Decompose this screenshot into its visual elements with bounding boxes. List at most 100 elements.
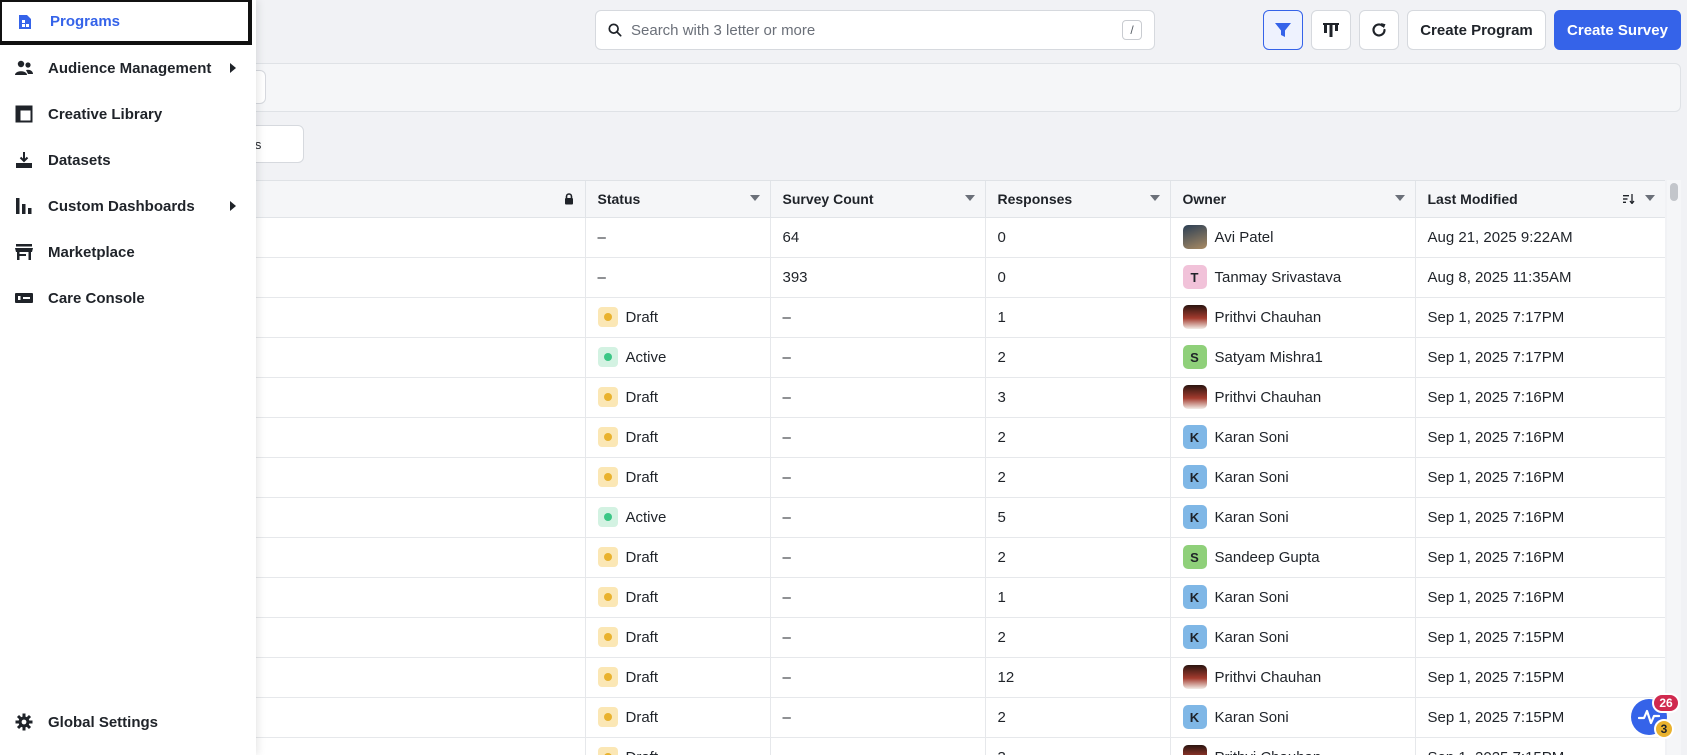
table-row[interactable]: Draft –2 K Karan Soni Sep 1, 2025 7:16PM <box>238 417 1665 458</box>
refresh-button[interactable] <box>1359 10 1399 50</box>
table-header-row: Status Survey Count Responses Owner Last… <box>238 181 1665 218</box>
filter-button[interactable] <box>1263 10 1303 50</box>
column-header-last-modified[interactable]: Last Modified <box>1415 181 1665 218</box>
owner-cell: K Karan Soni <box>1170 577 1416 618</box>
table-row[interactable]: Draft –12 Prithvi Chauhan Sep 1, 2025 7:15P… <box>238 657 1665 698</box>
chevron-down-icon[interactable] <box>1394 195 1405 201</box>
name-cell[interactable] <box>238 257 586 298</box>
table-row[interactable]: Draft –2 K Karan Soni Sep 1, 2025 7:16PM <box>238 457 1665 498</box>
last-modified-cell: Sep 1, 2025 7:16PM <box>1415 457 1665 498</box>
name-cell[interactable] <box>238 617 586 658</box>
name-cell[interactable] <box>238 577 586 618</box>
survey-count-cell: – <box>770 537 986 578</box>
survey-count-cell: – <box>770 497 986 538</box>
column-header-owner[interactable]: Owner <box>1170 181 1416 218</box>
survey-count-cell: – <box>770 337 986 378</box>
responses-cell: 5 <box>985 497 1171 538</box>
owner-name: Prithvi Chauhan <box>1214 308 1322 326</box>
create-program-button[interactable]: Create Program <box>1407 10 1546 50</box>
status-text: Active <box>625 348 667 366</box>
status-dot-icon <box>597 307 618 327</box>
sidebar-item-programs[interactable]: Programs <box>0 0 252 45</box>
last-modified-cell: Sep 1, 2025 7:15PM <box>1415 657 1665 698</box>
sidebar-item-datasets[interactable]: Datasets <box>0 138 256 182</box>
responses-cell: 2 <box>985 697 1171 738</box>
table-row[interactable]: Active –2 S Satyam Mishra1 Sep 1, 2025 7:17P… <box>238 337 1665 378</box>
status-text: Draft <box>625 428 659 446</box>
status-cell: Draft <box>585 457 771 498</box>
status-text: Draft <box>625 548 659 566</box>
columns-button[interactable] <box>1311 10 1351 50</box>
name-cell[interactable] <box>238 377 586 418</box>
status-dot-icon <box>597 507 618 527</box>
survey-count-cell: – <box>770 737 986 755</box>
owner-cell: T Tanmay Srivastava <box>1170 257 1416 298</box>
table-row[interactable]: Draft –2 K Karan Soni Sep 1, 2025 7:15PM <box>238 617 1665 658</box>
sidebar-item-audience-management[interactable]: Audience Management <box>0 46 256 90</box>
owner-cell: K Karan Soni <box>1170 697 1416 738</box>
survey-count-cell: – <box>770 377 986 418</box>
name-cell[interactable] <box>238 457 586 498</box>
status-text: Draft <box>625 628 659 646</box>
table-row[interactable]: Draft –1 K Karan Soni Sep 1, 2025 7:16PM <box>238 577 1665 618</box>
status-text: Draft <box>625 308 659 326</box>
gear-icon <box>14 712 34 732</box>
alert-count-badge: 3 <box>1654 719 1674 739</box>
table-row[interactable]: Active –5 K Karan Soni Sep 1, 2025 7:16PM <box>238 497 1665 538</box>
column-header-survey-count[interactable]: Survey Count <box>770 181 986 218</box>
status-cell: Draft <box>585 297 771 338</box>
status-text: – <box>597 228 606 246</box>
last-modified-cell: Aug 8, 2025 11:35AM <box>1415 257 1665 298</box>
column-header-name[interactable] <box>238 181 586 218</box>
survey-count-cell: 64 <box>770 217 986 258</box>
table-row[interactable]: – 393 0 T Tanmay Srivastava Aug 8, 2025 11:35… <box>238 257 1665 298</box>
status-text: Draft <box>625 388 659 406</box>
table-row[interactable]: Draft –2 K Karan Soni Sep 1, 2025 7:15PM <box>238 697 1665 738</box>
name-cell[interactable] <box>238 297 586 338</box>
search-input[interactable] <box>631 21 1122 39</box>
table-row[interactable]: Draft –1 Prithvi Chauhan Sep 1, 2025 7:17PM <box>238 297 1665 338</box>
status-dot-icon <box>597 587 618 607</box>
search-bar[interactable]: / <box>595 10 1155 50</box>
status-dot-icon <box>597 667 618 687</box>
chevron-down-icon[interactable] <box>1644 195 1655 201</box>
sidebar-item-care-console[interactable]: Care Console <box>0 276 256 320</box>
column-header-responses[interactable]: Responses <box>985 181 1171 218</box>
table-row[interactable]: – 64 0 Avi Patel Aug 21, 2025 9:22AM <box>238 217 1665 258</box>
sidebar-item-custom-dashboards[interactable]: Custom Dashboards <box>0 184 256 228</box>
table-scrollbar[interactable] <box>1667 180 1681 755</box>
status-text: Draft <box>625 708 659 726</box>
sidebar-item-global-settings[interactable]: Global Settings <box>0 700 256 744</box>
responses-cell: 3 <box>985 377 1171 418</box>
table-row[interactable]: Draft –3 Prithvi Chauhan Sep 1, 2025 7:15PM <box>238 737 1665 755</box>
name-cell[interactable] <box>238 537 586 578</box>
chevron-down-icon[interactable] <box>1149 195 1160 201</box>
create-survey-button[interactable]: Create Survey <box>1554 10 1681 50</box>
sidebar-item-marketplace[interactable]: Marketplace <box>0 230 256 274</box>
sidebar-item-label: Global Settings <box>48 713 159 731</box>
responses-cell: 3 <box>985 737 1171 755</box>
owner-cell: Prithvi Chauhan <box>1170 377 1416 418</box>
name-cell[interactable] <box>238 657 586 698</box>
name-cell[interactable] <box>238 497 586 538</box>
table-row[interactable]: Draft –3 Prithvi Chauhan Sep 1, 2025 7:16PM <box>238 377 1665 418</box>
name-cell[interactable] <box>238 697 586 738</box>
owner-name: Tanmay Srivastava <box>1214 268 1342 286</box>
column-header-status[interactable]: Status <box>585 181 771 218</box>
name-cell[interactable] <box>238 337 586 378</box>
sidebar-item-creative-library[interactable]: Creative Library <box>0 92 256 136</box>
caret-right-icon <box>230 63 236 73</box>
care-console-icon <box>14 288 34 308</box>
responses-cell: 0 <box>985 217 1171 258</box>
chevron-down-icon[interactable] <box>964 195 975 201</box>
sort-icon[interactable] <box>1622 194 1635 204</box>
name-cell[interactable] <box>238 417 586 458</box>
name-cell[interactable] <box>238 217 586 258</box>
chevron-down-icon[interactable] <box>749 195 760 201</box>
name-cell[interactable] <box>238 737 586 755</box>
table-row[interactable]: Draft –2 S Sandeep Gupta Sep 1, 2025 7:16PM <box>238 537 1665 578</box>
table-scrollbar-thumb[interactable] <box>1670 183 1678 201</box>
owner-name: Karan Soni <box>1214 628 1289 646</box>
owner-name: Karan Soni <box>1214 508 1289 526</box>
sidebar-item-label: Audience Management <box>48 59 212 77</box>
